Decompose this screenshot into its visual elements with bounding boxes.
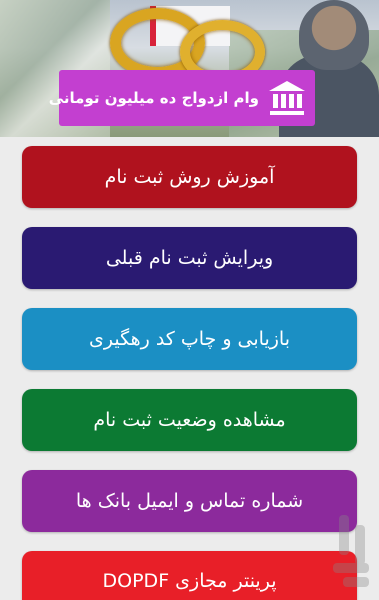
groom-head-image [299,0,369,70]
app-title: وام ازدواج ده میلیون تومانی [48,89,259,107]
retrieve-tracking-code-button[interactable]: بازیابی و چاپ کد رهگیری [22,308,357,370]
main-menu: آموزش روش ثبت نام ویرایش ثبت نام قبلی با… [0,137,379,600]
app-title-bar: وام ازدواج ده میلیون تومانی [49,70,315,126]
registration-guide-button[interactable]: آموزش روش ثبت نام [22,146,357,208]
edit-registration-button[interactable]: ویرایش ثبت نام قبلی [22,227,357,289]
bank-contacts-button[interactable]: شماره تماس و ایمیل بانک ها [22,470,357,532]
header-banner: وام ازدواج ده میلیون تومانی [0,0,379,137]
watermark-icon [333,515,375,593]
bank-icon [269,81,305,115]
registration-status-button[interactable]: مشاهده وضعیت ثبت نام [22,389,357,451]
virtual-printer-button[interactable]: پرینتر مجازی DOPDF [22,551,357,600]
